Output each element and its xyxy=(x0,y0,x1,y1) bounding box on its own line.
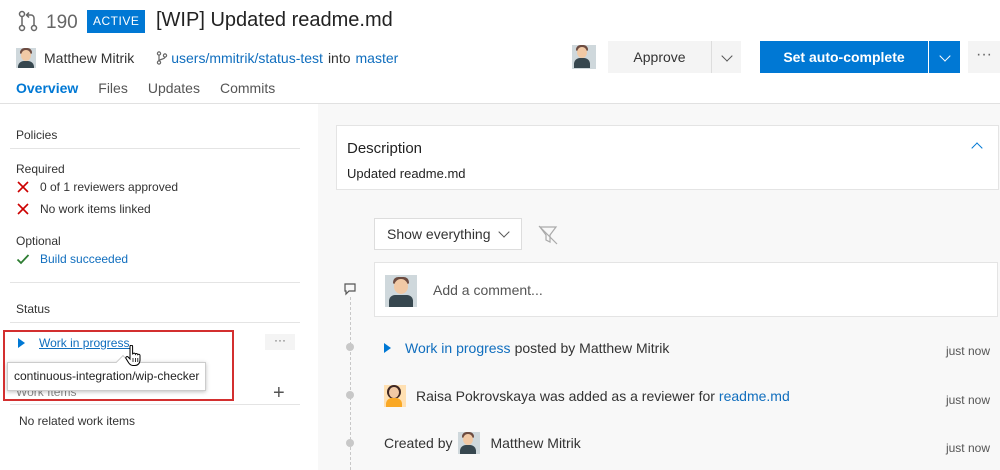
chevron-up-icon xyxy=(971,142,983,154)
description-text: Updated readme.md xyxy=(347,166,466,181)
file-link[interactable]: readme.md xyxy=(719,388,790,404)
status-badge: ACTIVE xyxy=(87,10,146,33)
comment-input[interactable]: Add a comment... xyxy=(433,282,543,298)
status-title: Status xyxy=(16,302,51,316)
timeline-dot xyxy=(346,343,354,351)
timeline-item: Raisa Pokrovskaya was added as a reviewe… xyxy=(384,385,990,407)
divider xyxy=(10,404,300,405)
tab-overview[interactable]: Overview xyxy=(16,80,78,96)
pr-header: 190 ACTIVE [WIP] Updated readme.md Matth… xyxy=(0,0,1000,104)
timeline-text: posted by Matthew Mitrik xyxy=(514,340,670,356)
status-more-button[interactable]: ··· xyxy=(265,334,295,350)
x-icon xyxy=(17,203,29,215)
policy-item-build: Build succeeded xyxy=(16,252,128,266)
source-branch-link[interactable]: users/mmitrik/status-test xyxy=(171,50,323,66)
reviewer-avatar[interactable] xyxy=(572,45,596,69)
tab-updates[interactable]: Updates xyxy=(148,80,200,96)
auto-complete-dropdown-button[interactable] xyxy=(928,41,960,73)
timeline-prefix: Created by xyxy=(384,435,453,451)
highlight-box xyxy=(3,330,234,401)
chevron-down-icon xyxy=(720,50,733,62)
description-title: Description xyxy=(347,140,423,157)
filter-label: Show everything xyxy=(387,226,491,242)
timeline-item: Work in progress posted by Matthew Mitri… xyxy=(384,338,990,358)
timeline-dot xyxy=(346,439,354,447)
divider xyxy=(10,148,300,149)
policy-text: 0 of 1 reviewers approved xyxy=(40,180,179,194)
policies-title: Policies xyxy=(16,128,58,142)
timestamp: just now xyxy=(945,441,990,455)
avatar[interactable] xyxy=(16,48,36,68)
comment-icon xyxy=(344,283,356,296)
avatar[interactable] xyxy=(458,432,481,454)
more-actions-button[interactable]: ··· xyxy=(968,41,1000,73)
check-icon xyxy=(16,254,30,265)
add-work-item-button[interactable]: + xyxy=(273,382,285,405)
collapse-button[interactable] xyxy=(971,140,983,155)
tab-commits[interactable]: Commits xyxy=(220,80,275,96)
set-auto-complete-button[interactable]: Set auto-complete xyxy=(760,41,928,73)
policy-item-reviewers: 0 of 1 reviewers approved xyxy=(16,180,178,194)
creator-name: Matthew Mitrik xyxy=(490,435,581,451)
chevron-down-icon xyxy=(938,50,951,62)
x-icon xyxy=(17,181,29,193)
pr-number: 190 xyxy=(46,12,78,33)
expand-icon[interactable] xyxy=(384,343,391,353)
activity-panel: Description Updated readme.md Show every… xyxy=(318,104,1000,470)
divider xyxy=(10,322,300,323)
page-title: [WIP] Updated readme.md xyxy=(156,9,393,31)
timeline-item: Created by Matthew Mitrik just now xyxy=(384,431,990,455)
build-link[interactable]: Build succeeded xyxy=(40,252,128,266)
branch-icon xyxy=(157,51,168,65)
divider xyxy=(10,282,300,283)
optional-label: Optional xyxy=(16,234,61,248)
timeline-dot xyxy=(346,391,354,399)
hand-cursor-icon xyxy=(125,345,141,366)
author-row: Matthew Mitrik users/mmitrik/status-test… xyxy=(16,47,398,69)
approve-dropdown-button[interactable] xyxy=(711,41,741,73)
no-work-items-text: No related work items xyxy=(19,414,136,428)
description-card: Description Updated readme.md xyxy=(336,125,999,190)
approve-button[interactable]: Approve xyxy=(608,41,711,73)
author-name[interactable]: Matthew Mitrik xyxy=(44,50,134,66)
timestamp: just now xyxy=(945,344,990,358)
activity-filter-dropdown[interactable]: Show everything xyxy=(374,218,522,250)
avatar[interactable] xyxy=(384,385,406,407)
avatar xyxy=(385,275,417,307)
required-label: Required xyxy=(16,162,65,176)
reviewer-name: Raisa Pokrovskaya xyxy=(416,388,536,404)
policy-item-work-items: No work items linked xyxy=(16,202,151,216)
tab-bar: Overview Files Updates Commits xyxy=(16,80,295,96)
into-text: into xyxy=(327,50,351,66)
status-link[interactable]: Work in progress xyxy=(405,340,511,356)
comment-box[interactable]: Add a comment... xyxy=(374,262,998,317)
tab-files[interactable]: Files xyxy=(98,80,128,96)
pull-request-icon xyxy=(18,10,38,32)
filter-icon[interactable] xyxy=(531,218,565,250)
chevron-down-icon xyxy=(498,226,510,238)
left-panel: Policies Required 0 of 1 reviewers appro… xyxy=(0,104,318,470)
timeline-text: was added as a reviewer for xyxy=(539,388,715,404)
target-branch-link[interactable]: master xyxy=(356,50,399,66)
policy-text: No work items linked xyxy=(40,202,151,216)
timestamp: just now xyxy=(945,393,990,407)
